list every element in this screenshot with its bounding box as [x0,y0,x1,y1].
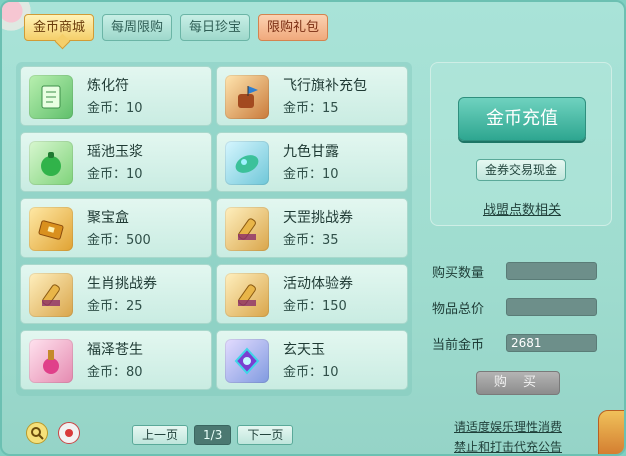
treasure-box-icon [29,207,73,251]
recharge-box: 金币充值 金券交易现金 战盟点数相关 [430,62,612,226]
buy-button[interactable]: 购 买 [476,371,560,395]
rational-spending-notice[interactable]: 请适度娱乐理性消费 [454,418,562,435]
item-list-panel: 炼化符 金币：10 飞行旗补充包 金币：15 瑶池玉浆 金币：10 九色甘露 金… [16,62,412,396]
prev-page-button[interactable]: 上一页 [132,425,189,445]
quantity-input[interactable] [506,262,597,280]
item-name: 瑶池玉浆 [87,144,143,160]
talisman-icon [29,75,73,119]
item-name: 活动体验券 [283,276,353,292]
shop-item[interactable]: 活动体验券 金币：150 [216,264,408,324]
dew-leaf-icon [225,141,269,185]
total-price-field [506,298,597,316]
alliance-points-link[interactable]: 战盟点数相关 [431,199,613,218]
item-name: 飞行旗补充包 [283,78,367,94]
potion-bottle-icon [29,339,73,383]
shop-tabs: 金币商城 每周限购 每日珍宝 限购礼包 [24,14,329,41]
item-name: 玄天玉 [283,342,325,358]
current-gold-label: 当前金币 [432,338,485,353]
search-coin-icon[interactable] [26,422,48,444]
coupon-exchange-button[interactable]: 金券交易现金 [476,159,566,181]
item-name: 炼化符 [87,78,129,94]
total-price-label: 物品总价 [432,302,485,317]
tab-daily-treasure[interactable]: 每日珍宝 [180,14,251,41]
item-price: 金币：25 [87,299,143,314]
recharge-button[interactable]: 金币充值 [458,97,586,141]
tab-gold-shop[interactable]: 金币商城 [24,14,95,41]
jade-gourd-icon [29,141,73,185]
shop-item[interactable]: 生肖挑战券 金币：25 [20,264,212,324]
item-price: 金币：10 [87,167,143,182]
item-price: 金币：10 [87,101,143,116]
scroll-icon [225,207,269,251]
scroll-icon [29,273,73,317]
item-price: 金币：15 [283,101,339,116]
item-price: 金币：150 [283,299,347,314]
item-name: 福泽苍生 [87,342,143,358]
item-name: 聚宝盒 [87,210,129,226]
shop-item[interactable]: 玄天玉 金币：10 [216,330,408,390]
item-name: 九色甘露 [283,144,339,160]
item-price: 金币：35 [283,233,339,248]
shop-item[interactable]: 炼化符 金币：10 [20,66,212,126]
anti-proxy-recharge-notice[interactable]: 禁止和打击代充公告 [454,438,562,454]
item-name: 生肖挑战券 [87,276,157,292]
shop-item[interactable]: 九色甘露 金币：10 [216,132,408,192]
mascot-character-icon [598,410,624,454]
shop-item[interactable]: 飞行旗补充包 金币：15 [216,66,408,126]
gem-icon [225,339,269,383]
shop-item[interactable]: 天罡挑战券 金币：35 [216,198,408,258]
flag-pack-icon [225,75,269,119]
record-icon[interactable] [58,422,80,444]
item-name: 天罡挑战券 [283,210,353,226]
pagination: 上一页 1/3 下一页 [132,425,294,445]
shop-item[interactable]: 福泽苍生 金币：80 [20,330,212,390]
item-price: 金币：80 [87,365,143,380]
shop-item[interactable]: 聚宝盒 金币：500 [20,198,212,258]
tab-limited-pack[interactable]: 限购礼包 [258,14,329,41]
footer-tools [26,422,80,444]
scroll-icon [225,273,269,317]
item-price: 金币：10 [283,365,339,380]
shop-window: 金币商城 每周限购 每日珍宝 限购礼包 炼化符 金币：10 飞行旗补充包 金币：… [0,0,626,456]
next-page-button[interactable]: 下一页 [237,425,294,445]
page-indicator: 1/3 [194,425,232,445]
quantity-label: 购买数量 [432,266,485,281]
item-price: 金币：10 [283,167,339,182]
current-gold-field: 2681 [506,334,597,352]
shop-item[interactable]: 瑶池玉浆 金币：10 [20,132,212,192]
item-price: 金币：500 [87,233,151,248]
tab-weekly-limited[interactable]: 每周限购 [102,14,173,41]
